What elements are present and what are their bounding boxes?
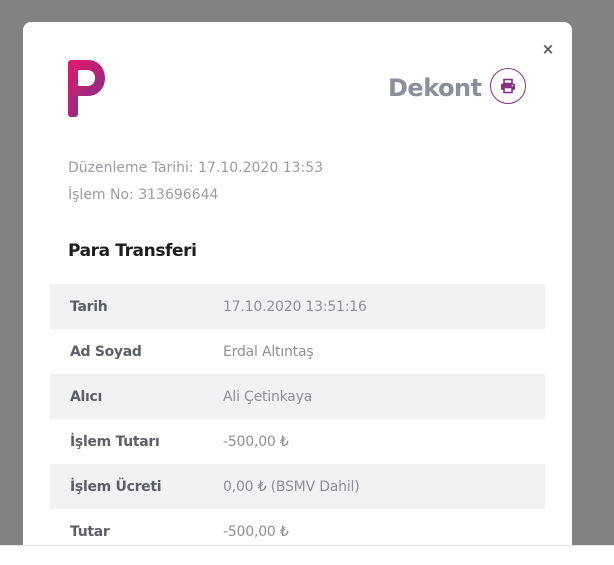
papara-logo [68,60,105,117]
row-value: -500,00 ₺ [223,433,289,450]
row-label: İşlem Tutarı [70,433,160,450]
row-value: 17.10.2020 13:51:16 [223,298,367,315]
row-value: -500,00 ₺ [223,523,289,540]
table-row-date: Tarih 17.10.2020 13:51:16 [50,284,545,329]
transaction-number-text: İşlem No: 313696644 [68,187,219,203]
row-value: Erdal Altıntaş [223,343,314,360]
page-backdrop-bottom [0,545,614,565]
row-label: Tutar [70,523,110,540]
close-icon[interactable]: × [540,41,556,57]
row-label: Alıcı [70,388,103,405]
row-label: Tarih [70,298,108,315]
section-title: Para Transferi [68,241,197,261]
receipt-table: Tarih 17.10.2020 13:51:16 Ad Soyad Erdal… [50,284,545,545]
row-value: 0,00 ₺ (BSMV Dahil) [223,478,360,495]
print-button[interactable] [490,68,526,104]
row-label: İşlem Ücreti [70,478,162,495]
edit-date-text: Düzenleme Tarihi: 17.10.2020 13:53 [68,160,324,176]
row-value: Ali Çetinkaya [223,388,313,405]
table-row-transaction-fee: İşlem Ücreti 0,00 ₺ (BSMV Dahil) [50,464,545,509]
row-label: Ad Soyad [70,343,142,360]
table-row-transaction-amount: İşlem Tutarı -500,00 ₺ [50,419,545,464]
table-row-total: Tutar -500,00 ₺ [50,509,545,545]
printer-icon [501,78,515,94]
receipt-modal: × Dekont Düzenleme Tarihi: 17.10.2020 13… [23,22,572,545]
table-row-name: Ad Soyad Erdal Altıntaş [50,329,545,374]
table-row-recipient: Alıcı Ali Çetinkaya [50,374,545,419]
receipt-title: Dekont [388,74,482,102]
